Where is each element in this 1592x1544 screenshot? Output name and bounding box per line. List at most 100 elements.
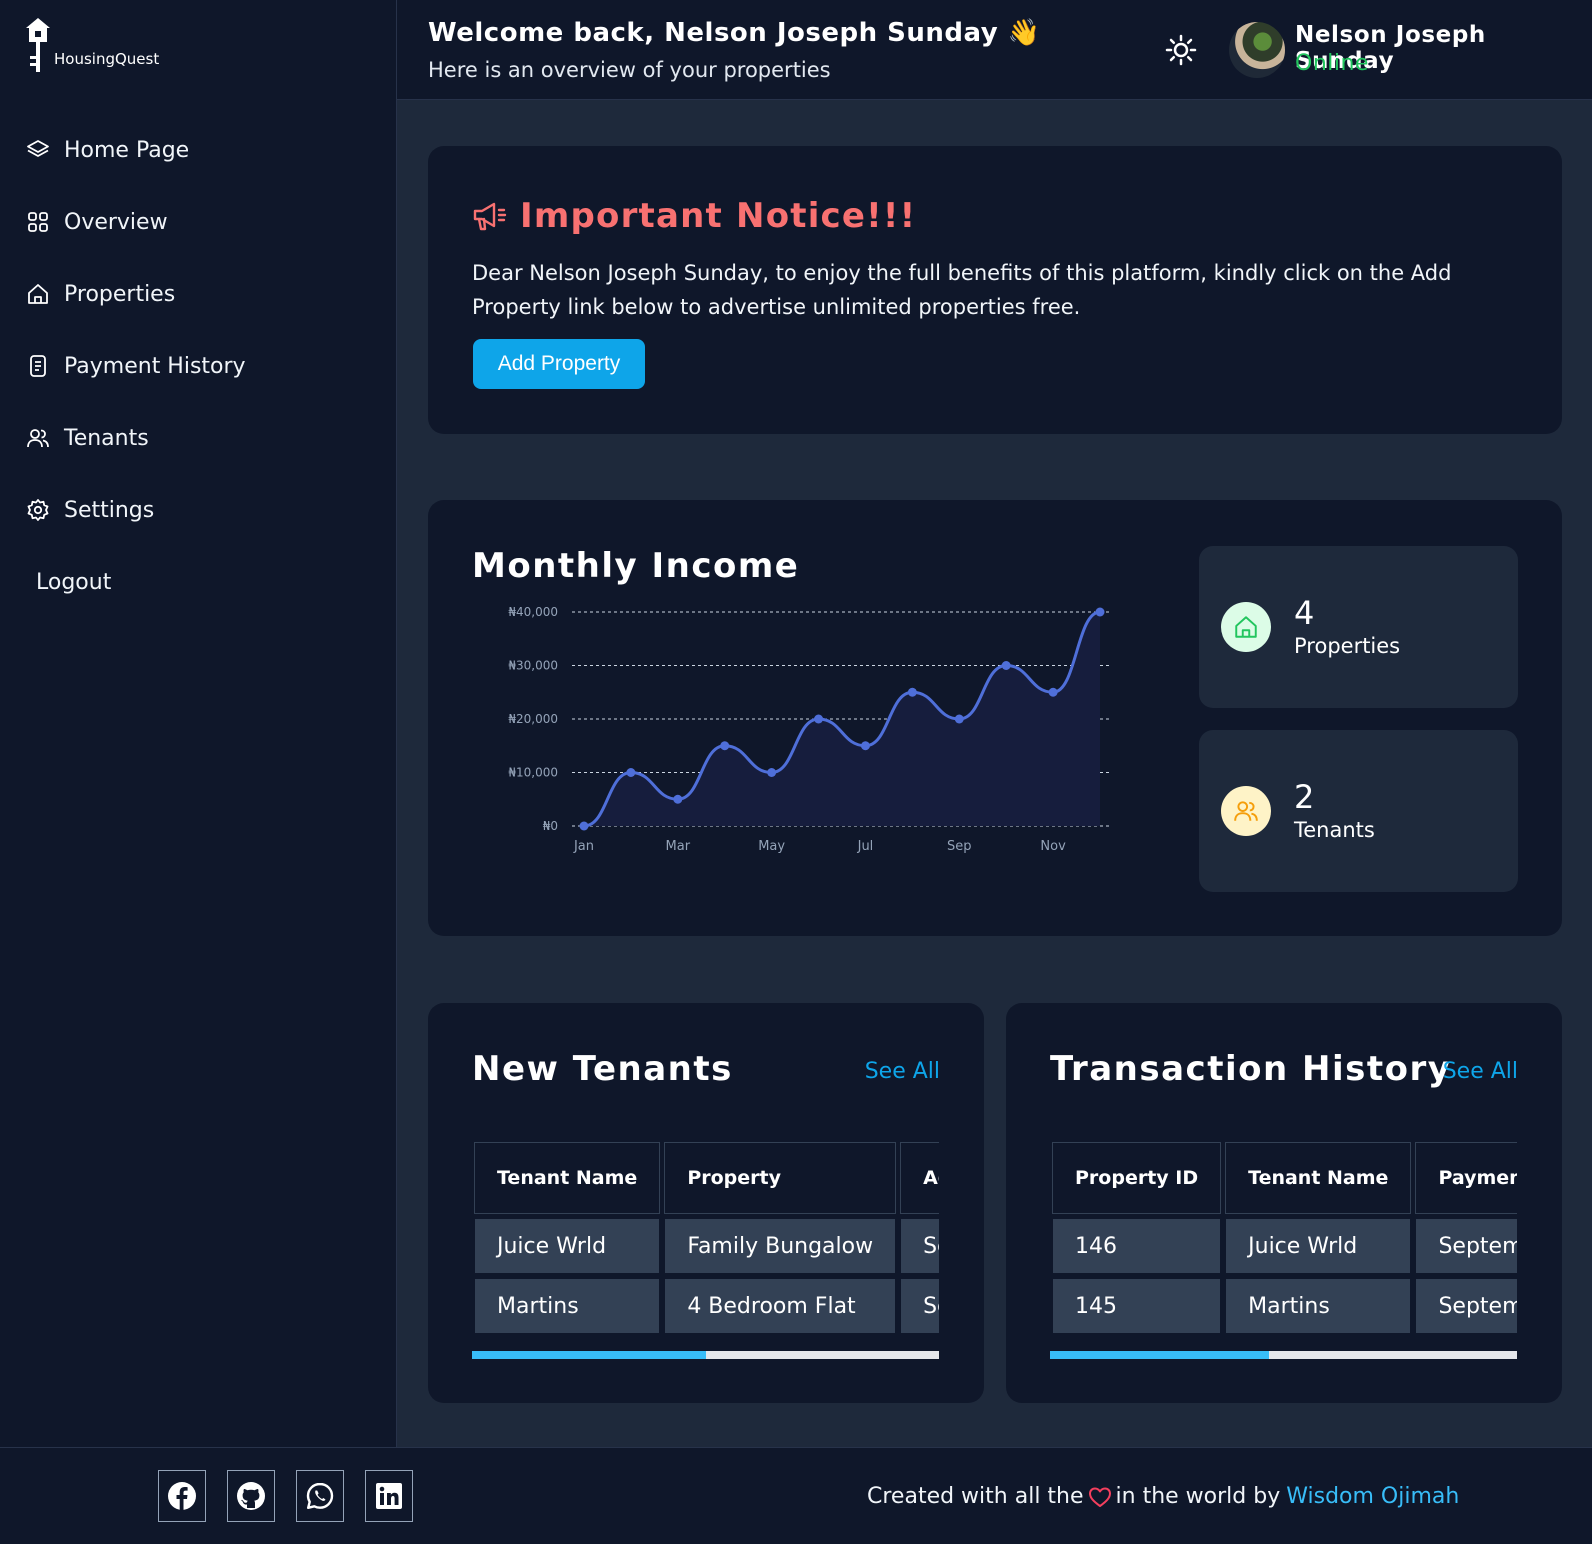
sidebar-item-payment-history[interactable]: Payment History (26, 330, 366, 402)
income-chart: ₦0 ₦10,000 ₦20,000 ₦30,000 ₦40,000 Jan Mar May J… (508, 605, 1112, 854)
data-point (814, 714, 824, 724)
transactions-table-scroll[interactable]: Property ID Tenant Name Payment 146 Juic… (1050, 1138, 1517, 1334)
column-header: Property ID (1052, 1142, 1222, 1214)
new-tenants-card: New Tenants See All Tenant Name Property… (428, 1003, 984, 1403)
horizontal-scrollbar[interactable] (472, 1351, 939, 1359)
data-point (1095, 607, 1105, 617)
table-row[interactable]: Juice Wrld Family Bungalow Se (474, 1218, 939, 1274)
avatar[interactable] (1229, 22, 1285, 78)
y-tick-label: ₦30,000 (508, 659, 558, 673)
new-tenants-title: New Tenants (472, 1049, 733, 1089)
table-cell: 4 Bedroom Flat (664, 1278, 897, 1334)
data-point (579, 821, 589, 831)
table-cell: 145 (1052, 1278, 1222, 1334)
credit-prefix: Created with all the (867, 1484, 1084, 1509)
layers-icon (26, 138, 50, 162)
table-cell: Septemb (1415, 1218, 1517, 1274)
logo-text: HousingQuest (54, 50, 160, 68)
notice-heading: Important Notice!!! (472, 196, 916, 236)
data-point (720, 741, 730, 751)
sidebar-item-tenants[interactable]: Tenants (26, 402, 366, 474)
grid-icon (26, 210, 50, 234)
stat-card-tenants[interactable]: 2 Tenants (1199, 730, 1518, 892)
data-point (673, 794, 683, 804)
facebook-icon (168, 1482, 196, 1510)
credit-middle: in the world by (1115, 1484, 1281, 1509)
new-tenants-table: Tenant Name Property Ag Juice Wrld Famil… (472, 1138, 939, 1334)
y-tick-label: ₦20,000 (508, 712, 558, 726)
scrollbar-thumb[interactable] (1050, 1351, 1270, 1359)
notice-title: Important Notice!!! (520, 196, 917, 236)
sidebar-item-home-page[interactable]: Home Page (26, 114, 366, 186)
data-point (626, 768, 636, 777)
transaction-history-card: Transaction History See All Property ID … (1006, 1003, 1562, 1403)
whatsapp-link[interactable] (296, 1470, 344, 1522)
scrollbar-thumb[interactable] (472, 1351, 706, 1359)
sidebar-nav: Home Page Overview Properties Payment Hi… (26, 114, 366, 618)
table-row[interactable]: 145 Martins Septemb (1052, 1278, 1517, 1334)
data-point (907, 687, 917, 697)
home-icon (26, 282, 50, 306)
column-header: Payment (1415, 1142, 1517, 1214)
logo[interactable]: HousingQuest (24, 16, 159, 74)
sidebar-item-properties[interactable]: Properties (26, 258, 366, 330)
new-tenants-see-all-link[interactable]: See All (865, 1059, 940, 1084)
megaphone-icon (473, 202, 507, 231)
x-tick-label: Sep (947, 839, 972, 854)
x-tick-label: Jan (573, 839, 594, 854)
footer: Created with all the in the world by Wis… (0, 1447, 1592, 1544)
github-link[interactable] (227, 1470, 275, 1522)
data-point (860, 741, 870, 751)
sidebar-item-overview[interactable]: Overview (26, 186, 366, 258)
table-cell: Se (900, 1278, 939, 1334)
data-point (1048, 687, 1058, 697)
notice-text: Dear Nelson Joseph Sunday, to enjoy the … (472, 261, 1452, 319)
add-property-button[interactable]: Add Property (473, 339, 645, 389)
y-tick-label: ₦40,000 (508, 605, 558, 619)
data-point (954, 714, 964, 724)
table-row[interactable]: 146 Juice Wrld Septemb (1052, 1218, 1517, 1274)
sidebar-item-settings[interactable]: Settings (26, 474, 366, 546)
linkedin-icon (376, 1483, 402, 1509)
users-icon (26, 426, 50, 450)
users-icon (1221, 786, 1271, 836)
table-cell: Juice Wrld (474, 1218, 661, 1274)
linkedin-link[interactable] (365, 1470, 413, 1522)
y-tick-label: ₦0 (543, 819, 558, 833)
logout-label: Logout (36, 569, 112, 595)
header: Welcome back, Nelson Joseph Sunday 👋 Her… (397, 0, 1592, 100)
stat-card-properties[interactable]: 4 Properties (1199, 546, 1518, 708)
transactions-see-all-link[interactable]: See All (1443, 1059, 1518, 1084)
column-header: Tenant Name (474, 1142, 661, 1214)
stat-value: 4 (1294, 594, 1315, 632)
heart-icon (1088, 1486, 1112, 1508)
welcome-title: Welcome back, Nelson Joseph Sunday 👋 (428, 18, 1041, 48)
logout-button[interactable]: Logout (26, 546, 366, 618)
user-status: Online (1295, 51, 1369, 76)
theme-toggle-button[interactable] (1165, 34, 1197, 66)
author-link[interactable]: Wisdom Ojimah (1286, 1484, 1459, 1509)
sidebar-item-label: Overview (64, 209, 168, 235)
column-header: Property (664, 1142, 897, 1214)
sidebar-item-label: Properties (64, 281, 176, 307)
y-tick-label: ₦10,000 (508, 766, 558, 780)
home-icon (1221, 602, 1271, 652)
x-tick-label: Jul (857, 839, 874, 854)
income-title: Monthly Income (472, 546, 800, 586)
sidebar-item-label: Payment History (64, 353, 246, 379)
stat-value: 2 (1294, 778, 1315, 816)
new-tenants-table-scroll[interactable]: Tenant Name Property Ag Juice Wrld Famil… (472, 1138, 939, 1334)
table-row[interactable]: Martins 4 Bedroom Flat Se (474, 1278, 939, 1334)
table-cell: 146 (1052, 1218, 1222, 1274)
table-cell: Se (900, 1218, 939, 1274)
horizontal-scrollbar[interactable] (1050, 1351, 1517, 1359)
x-tick-label: May (758, 839, 785, 854)
facebook-link[interactable] (158, 1470, 206, 1522)
welcome-subtitle: Here is an overview of your properties (428, 58, 831, 82)
table-cell: Septemb (1415, 1278, 1517, 1334)
whatsapp-icon (306, 1482, 334, 1509)
table-cell: Martins (1225, 1278, 1412, 1334)
transaction-history-title: Transaction History (1050, 1049, 1452, 1089)
income-card: Monthly Income ₦0 ₦10,000 ₦20,000 ₦30,000 ₦4… (428, 500, 1562, 936)
github-icon (237, 1482, 265, 1510)
